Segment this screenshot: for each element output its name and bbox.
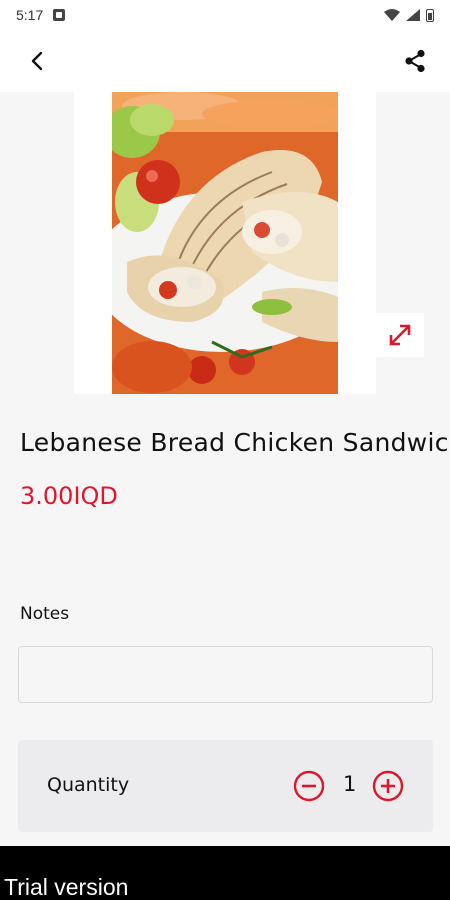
battery-icon	[426, 8, 434, 22]
decrease-quantity-button[interactable]	[293, 770, 325, 802]
trial-version-text: Trial version	[4, 874, 129, 900]
quantity-label: Quantity	[47, 774, 130, 796]
increase-quantity-button[interactable]	[372, 770, 404, 802]
product-price: 3.00IQD	[20, 482, 118, 510]
expand-icon	[389, 324, 411, 346]
signal-icon	[406, 9, 420, 21]
trial-banner: Trial version	[0, 846, 450, 900]
notes-label: Notes	[20, 604, 70, 624]
status-bar: 5:17	[0, 0, 450, 30]
expand-button[interactable]	[376, 313, 424, 357]
product-title: Lebanese Bread Chicken Sandwich	[20, 428, 450, 457]
notes-input[interactable]	[18, 646, 433, 703]
status-time: 5:17	[16, 7, 44, 23]
share-button[interactable]	[400, 46, 430, 76]
app-bar	[0, 30, 450, 92]
minus-circle-icon	[293, 770, 325, 802]
food-photo	[112, 92, 338, 394]
status-icons	[384, 8, 434, 22]
quantity-card: Quantity 1	[18, 740, 433, 832]
quantity-value: 1	[343, 772, 357, 796]
back-button[interactable]	[22, 46, 52, 76]
notification-icon	[53, 9, 66, 21]
plus-circle-icon	[372, 770, 404, 802]
chevron-left-icon	[31, 51, 43, 71]
wifi-icon	[384, 9, 400, 21]
share-icon	[405, 49, 425, 73]
product-image-frame[interactable]	[74, 92, 376, 394]
